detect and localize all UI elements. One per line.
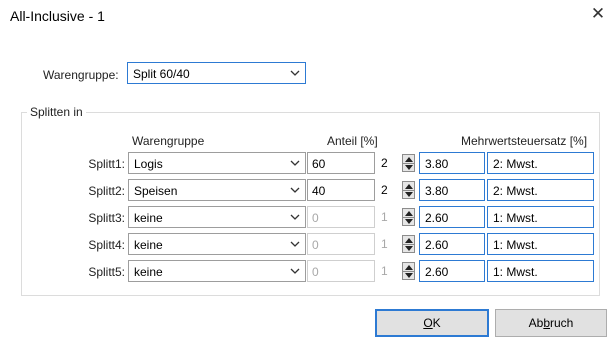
split-warengruppe-select[interactable]: keine bbox=[128, 206, 306, 228]
ok-button[interactable]: OK bbox=[375, 309, 489, 337]
split-decimal-value: 2 bbox=[381, 183, 388, 197]
split-anteil-input[interactable]: 0 bbox=[307, 233, 375, 255]
spin-up-down-icon[interactable] bbox=[402, 208, 415, 226]
spin-up-down-icon[interactable] bbox=[402, 235, 415, 253]
split-row-label: Splitt5: bbox=[88, 265, 125, 279]
cancel-prefix: Ab bbox=[528, 316, 544, 330]
split-decimal-value: 1 bbox=[381, 264, 388, 278]
split-row-label: Splitt2: bbox=[88, 184, 125, 198]
split-mwst-rate: 3.80 bbox=[419, 179, 485, 201]
cancel-mnemonic: b bbox=[543, 316, 551, 330]
cancel-rest: ruch bbox=[550, 316, 574, 330]
split-warengruppe-select[interactable]: Logis bbox=[128, 152, 306, 174]
groupbox-title: Splitten in bbox=[27, 105, 86, 119]
chevron-down-icon bbox=[290, 268, 300, 274]
chevron-down-icon bbox=[290, 241, 300, 247]
chevron-down-icon bbox=[290, 214, 300, 220]
split-decimal-value: 1 bbox=[381, 237, 388, 251]
split-warengruppe-value: Speisen bbox=[134, 184, 178, 198]
split-anteil-input[interactable]: 0 bbox=[307, 260, 375, 282]
split-decimal-value: 2 bbox=[381, 156, 388, 170]
split-mwst-code: 1: Mwst. bbox=[487, 260, 594, 282]
chevron-down-icon bbox=[290, 160, 300, 166]
close-icon[interactable]: ✕ bbox=[588, 4, 608, 24]
split-mwst-rate: 2.60 bbox=[419, 206, 485, 228]
split-mwst-code: 1: Mwst. bbox=[487, 233, 594, 255]
cancel-button[interactable]: Abbruch bbox=[495, 309, 607, 337]
chevron-down-icon bbox=[290, 70, 300, 76]
split-mwst-rate: 3.80 bbox=[419, 152, 485, 174]
spin-up-down-icon[interactable] bbox=[402, 181, 415, 199]
split-warengruppe-select[interactable]: keine bbox=[128, 260, 306, 282]
split-anteil-input[interactable]: 40 bbox=[307, 179, 375, 201]
split-row-label: Splitt3: bbox=[88, 211, 125, 225]
split-mwst-rate: 2.60 bbox=[419, 233, 485, 255]
chevron-down-icon bbox=[290, 187, 300, 193]
split-warengruppe-value: keine bbox=[134, 211, 163, 225]
split-warengruppe-select[interactable]: Speisen bbox=[128, 179, 306, 201]
split-decimal-value: 1 bbox=[381, 210, 388, 224]
split-warengruppe-value: keine bbox=[134, 238, 163, 252]
warengruppe-select[interactable]: Split 60/40 bbox=[127, 62, 306, 84]
window-title: All-Inclusive - 1 bbox=[10, 8, 105, 24]
spin-up-down-icon[interactable] bbox=[402, 154, 415, 172]
warengruppe-value: Split 60/40 bbox=[133, 67, 190, 81]
split-anteil-input[interactable]: 0 bbox=[307, 206, 375, 228]
warengruppe-label: Warengruppe: bbox=[43, 68, 119, 82]
split-warengruppe-value: keine bbox=[134, 265, 163, 279]
split-mwst-code: 1: Mwst. bbox=[487, 206, 594, 228]
split-mwst-code: 2: Mwst. bbox=[487, 179, 594, 201]
spin-up-down-icon[interactable] bbox=[402, 262, 415, 280]
split-row-label: Splitt4: bbox=[88, 238, 125, 252]
split-anteil-input[interactable]: 60 bbox=[307, 152, 375, 174]
header-anteil: Anteil [%] bbox=[327, 134, 378, 148]
header-warengruppe: Warengruppe bbox=[132, 134, 205, 148]
split-mwst-code: 2: Mwst. bbox=[487, 152, 594, 174]
split-warengruppe-select[interactable]: keine bbox=[128, 233, 306, 255]
ok-mnemonic: O bbox=[423, 316, 433, 330]
split-mwst-rate: 2.60 bbox=[419, 260, 485, 282]
split-warengruppe-value: Logis bbox=[134, 157, 163, 171]
split-row-label: Splitt1: bbox=[88, 157, 125, 171]
header-mwst: Mehrwertsteuersatz [%] bbox=[461, 134, 588, 148]
ok-rest: K bbox=[432, 316, 441, 330]
